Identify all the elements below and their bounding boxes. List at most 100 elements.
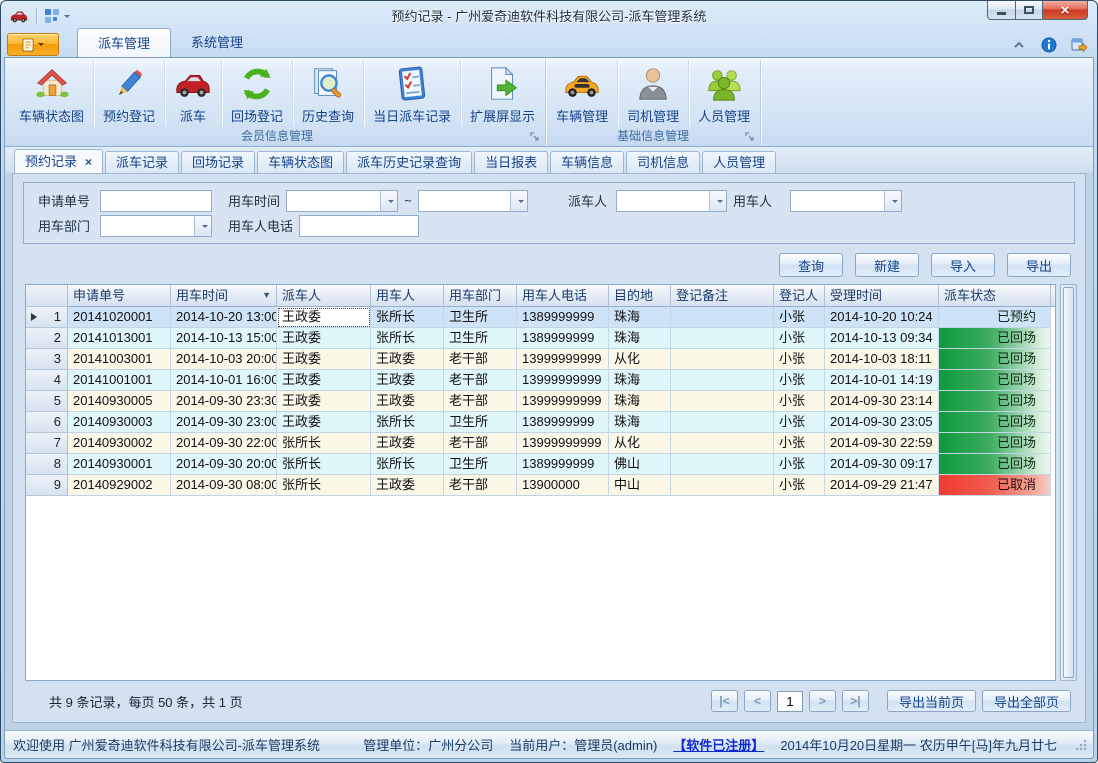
cell-order[interactable]: 20140930005 [68,391,171,412]
cell-accept[interactable]: 2014-10-13 09:34 [825,328,939,349]
cell-user[interactable]: 王政委 [371,391,444,412]
quick-access-layout-icon[interactable] [44,8,60,24]
close-button[interactable]: × [1043,1,1088,20]
column-header-dept[interactable]: 用车部门 [444,285,517,307]
vertical-scrollbar[interactable] [1060,284,1077,681]
column-header-remark[interactable]: 登记备注 [671,285,774,307]
column-header-accept[interactable]: 受理时间 [825,285,939,307]
cell-accept[interactable]: 2014-10-03 18:11 [825,349,939,370]
cell-user[interactable]: 王政委 [371,433,444,454]
user-combo[interactable] [790,190,902,212]
quick-access-dropdown-icon[interactable] [64,15,70,21]
doc-tab-7[interactable]: 车辆信息 [550,151,624,173]
cell-dest[interactable]: 珠海 [609,328,671,349]
query-button[interactable]: 查询 [779,253,843,277]
cell-order[interactable]: 20141001001 [68,370,171,391]
column-header-dest[interactable]: 目的地 [609,285,671,307]
doc-tab-2[interactable]: 派车记录 [105,151,179,173]
export-button[interactable]: 导出 [1007,253,1071,277]
cell-phone[interactable]: 1389999999 [517,307,609,328]
cell-remark[interactable] [671,412,774,433]
cell-registrant[interactable]: 小张 [774,328,825,349]
cell-registrant[interactable]: 小张 [774,307,825,328]
cell-status[interactable]: 已回场 [939,391,1051,412]
ribbon-button-recycle[interactable]: 回场登记 [222,60,293,127]
cell-status[interactable]: 已预约 [939,307,1051,328]
cell-phone[interactable]: 1389999999 [517,454,609,475]
cell-time[interactable]: 2014-09-30 23:00 [171,412,277,433]
cell-remark[interactable] [671,433,774,454]
ribbon-button-car-red[interactable]: 派车 [165,60,222,127]
cell-order[interactable]: 20140929002 [68,475,171,496]
cell-accept[interactable]: 2014-09-30 23:05 [825,412,939,433]
order-no-input[interactable] [100,190,212,212]
cell-dept[interactable]: 卫生所 [444,328,517,349]
cell-registrant[interactable]: 小张 [774,412,825,433]
combo-dropdown-button[interactable] [884,191,901,211]
cell-dest[interactable]: 珠海 [609,370,671,391]
row-selector-cell[interactable]: 8 [26,454,68,475]
cell-accept[interactable]: 2014-09-30 09:17 [825,454,939,475]
column-header-dispatcher[interactable]: 派车人 [277,285,371,307]
ribbon-button-history-search[interactable]: 历史查询 [293,60,364,127]
cell-status[interactable]: 已回场 [939,370,1051,391]
use-time-from-combo[interactable] [286,190,398,212]
cell-phone[interactable]: 13999999999 [517,433,609,454]
cell-dispatcher[interactable]: 王政委 [277,370,371,391]
column-header-order[interactable]: 申请单号 [68,285,171,307]
column-header-registrant[interactable]: 登记人 [774,285,825,307]
cell-status[interactable]: 已回场 [939,433,1051,454]
cell-phone[interactable]: 13999999999 [517,370,609,391]
maximize-button[interactable] [1016,1,1043,20]
sort-indicator-icon[interactable]: ▼ [262,285,271,306]
style-switch-icon[interactable] [1071,37,1087,53]
table-row[interactable]: 8201409300012014-09-30 20:00张所长张所长卫生所138… [26,454,1055,475]
column-header-status[interactable]: 派车状态 [939,285,1051,307]
row-selector-cell[interactable]: 6 [26,412,68,433]
cell-dispatcher[interactable]: 王政委 [277,391,371,412]
launcher-icon[interactable] [745,132,755,142]
ribbon-button-driver[interactable]: 司机管理 [618,60,689,127]
cell-dest[interactable]: 从化 [609,349,671,370]
cell-registrant[interactable]: 小张 [774,370,825,391]
row-selector-cell[interactable]: 9 [26,475,68,496]
cell-dest[interactable]: 佛山 [609,454,671,475]
cell-dept[interactable]: 老干部 [444,370,517,391]
cell-status[interactable]: 已回场 [939,454,1051,475]
cell-dest[interactable]: 从化 [609,433,671,454]
table-row[interactable]: 2201410130012014-10-13 15:00王政委张所长卫生所138… [26,328,1055,349]
cell-dispatcher[interactable]: 王政委 [277,307,371,328]
app-menu-button[interactable] [7,33,59,56]
ribbon-button-daily-record[interactable]: 当日派车记录 [364,60,461,127]
cell-phone[interactable]: 1389999999 [517,328,609,349]
column-header-time[interactable]: 用车时间▼ [171,285,277,307]
cell-registrant[interactable]: 小张 [774,433,825,454]
cell-phone[interactable]: 13900000 [517,475,609,496]
cell-status[interactable]: 已回场 [939,328,1051,349]
info-icon[interactable] [1041,37,1057,53]
cell-order[interactable]: 20140930001 [68,454,171,475]
cell-phone[interactable]: 13999999999 [517,349,609,370]
cell-time[interactable]: 2014-10-20 13:00 [171,307,277,328]
cell-dispatcher[interactable]: 王政委 [277,328,371,349]
doc-tab-6[interactable]: 当日报表 [474,151,548,173]
cell-time[interactable]: 2014-09-30 22:00 [171,433,277,454]
license-registered-link[interactable]: 【软件已注册】 [673,735,764,754]
last-page-button[interactable]: >| [842,690,869,712]
doc-tab-9[interactable]: 人员管理 [702,151,776,173]
ribbon-button-extend-screen[interactable]: 扩展屏显示 [461,60,544,127]
scrollbar-thumb[interactable] [1063,287,1074,678]
doc-tab-1[interactable]: 预约记录× [14,149,103,173]
cell-registrant[interactable]: 小张 [774,391,825,412]
close-tab-icon[interactable]: × [85,155,92,169]
export-current-page-button[interactable]: 导出当前页 [887,690,976,712]
table-row[interactable]: 4201410010012014-10-01 16:00王政委王政委老干部139… [26,370,1055,391]
cell-user[interactable]: 张所长 [371,328,444,349]
cell-dest[interactable]: 珠海 [609,412,671,433]
row-selector-cell[interactable]: 4 [26,370,68,391]
cell-dept[interactable]: 卫生所 [444,412,517,433]
cell-remark[interactable] [671,454,774,475]
cell-accept[interactable]: 2014-09-29 21:47 [825,475,939,496]
combo-dropdown-button[interactable] [380,191,397,211]
ribbon-tab-1[interactable]: 派车管理 [77,28,171,57]
